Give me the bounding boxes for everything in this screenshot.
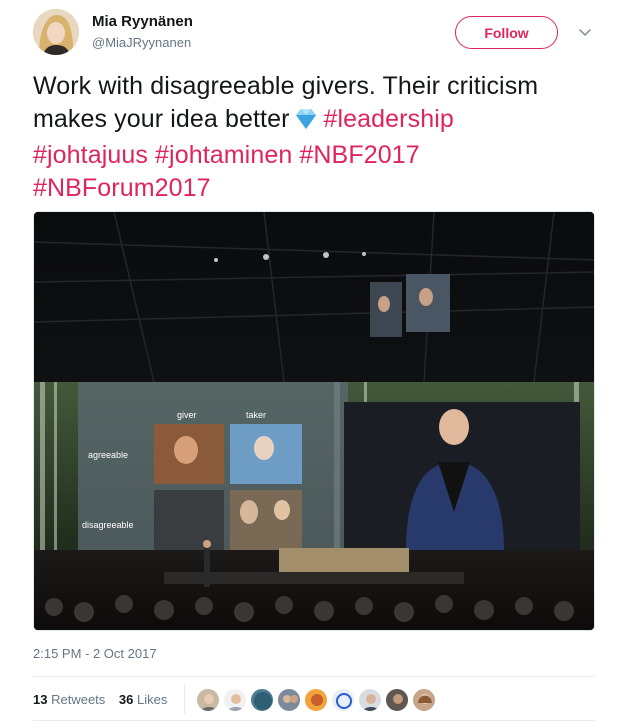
liker-avatar[interactable] bbox=[304, 688, 328, 712]
hashtag-johtajuus[interactable]: #johtajuus bbox=[33, 141, 148, 169]
hashtag-johtaminen[interactable]: #johtaminen bbox=[155, 141, 292, 169]
retweets-label: Retweets bbox=[51, 692, 106, 707]
retweets-count: 13 bbox=[33, 692, 48, 707]
author-name[interactable]: Mia Ryynänen bbox=[92, 13, 193, 30]
liker-avatar[interactable] bbox=[277, 688, 301, 712]
liker-avatar[interactable] bbox=[412, 688, 436, 712]
liker-avatar[interactable] bbox=[331, 688, 355, 712]
tweet-body: Work with disagreeable givers. Their cri… bbox=[33, 72, 539, 133]
hashtag-leadership[interactable]: #leadership bbox=[324, 105, 454, 133]
liker-avatar[interactable] bbox=[223, 688, 247, 712]
gem-stone-icon bbox=[292, 106, 320, 139]
liker-avatar[interactable] bbox=[196, 688, 220, 712]
hashtag-nbforum2017[interactable]: #NBForum2017 bbox=[33, 174, 211, 202]
divider-top bbox=[33, 676, 595, 677]
tweet-photo[interactable]: giver taker agreeable disagreeable bbox=[33, 211, 595, 631]
slide-row-agreeable: agreeable bbox=[88, 450, 128, 460]
tweet-text: Work with disagreeable givers. Their cri… bbox=[33, 70, 603, 205]
slide-col-giver: giver bbox=[177, 410, 197, 420]
slide-row-disagreeable: disagreeable bbox=[82, 520, 134, 530]
slide-col-taker: taker bbox=[246, 410, 266, 420]
hashtag-nbf2017[interactable]: #NBF2017 bbox=[299, 141, 419, 169]
author-handle[interactable]: @MiaJRyynanen bbox=[92, 35, 191, 50]
caret-down-icon[interactable] bbox=[575, 22, 595, 42]
liker-avatar[interactable] bbox=[358, 688, 382, 712]
engagement-stats: 13 Retweets 36 Likes bbox=[33, 692, 177, 707]
stats-separator bbox=[184, 684, 185, 714]
likes-count: 36 bbox=[118, 692, 134, 707]
retweets-stat[interactable]: 13 Retweets bbox=[33, 692, 105, 707]
tweet-timestamp[interactable]: 2:15 PM - 2 Oct 2017 bbox=[33, 646, 157, 661]
follow-button[interactable]: Follow bbox=[455, 16, 558, 49]
author-avatar[interactable] bbox=[33, 9, 79, 55]
likes-label: Likes bbox=[137, 692, 168, 707]
divider-bottom bbox=[33, 720, 595, 721]
liker-avatar[interactable] bbox=[385, 688, 409, 712]
likes-stat[interactable]: 36 Likes bbox=[119, 692, 167, 707]
liker-avatar[interactable] bbox=[250, 688, 274, 712]
